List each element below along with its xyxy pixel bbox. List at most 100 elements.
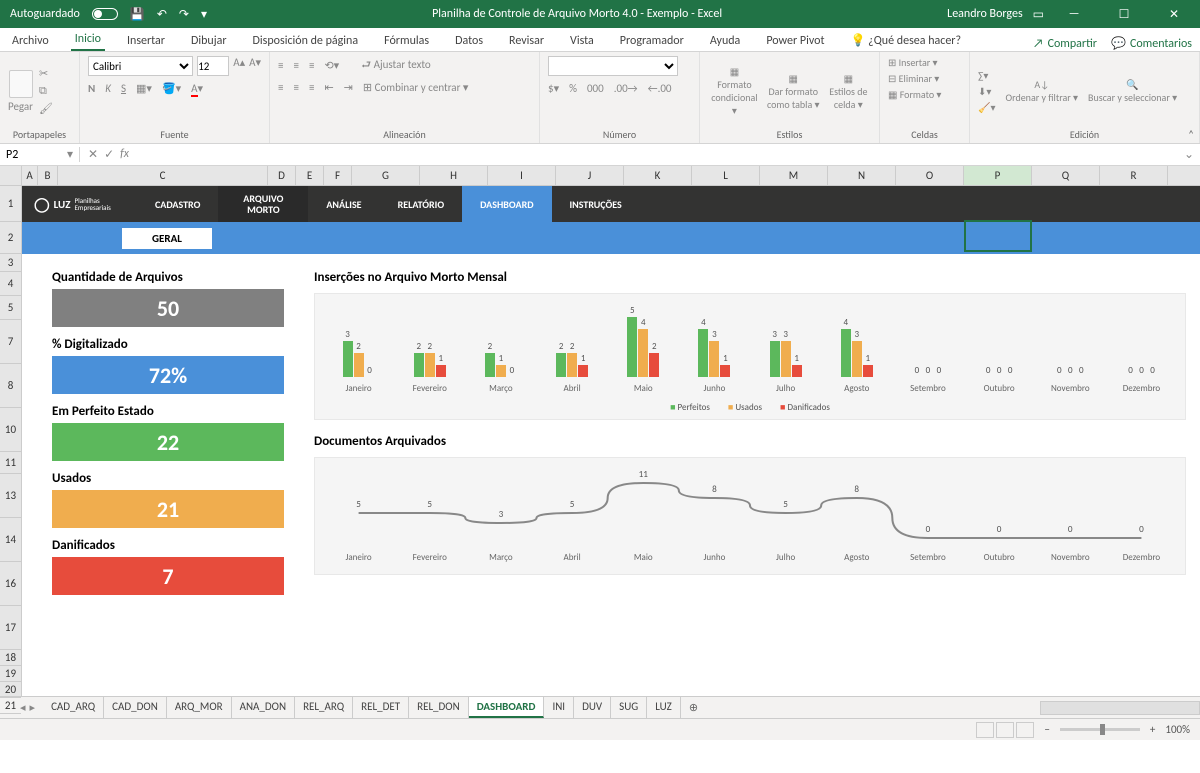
sheet-tab-luz[interactable]: LUZ [647, 697, 681, 718]
find-select-button[interactable]: 🔍Buscar y seleccionar ▾ [1088, 78, 1177, 104]
insert-cells-button[interactable]: ⊞ Insertar ▾ [888, 56, 961, 69]
col-O[interactable]: O [896, 166, 964, 185]
fill-color-icon[interactable]: 🪣▾ [162, 82, 181, 95]
tab-dibujar[interactable]: Dibujar [187, 30, 231, 51]
fx-icon[interactable]: fx [120, 147, 129, 162]
col-B[interactable]: B [38, 166, 58, 185]
sheet-tab-rel_don[interactable]: REL_DON [409, 697, 469, 718]
select-all[interactable] [0, 166, 22, 185]
thousands-icon[interactable]: 000 [587, 82, 604, 95]
italic-button[interactable]: K [105, 82, 111, 95]
tab-insertar[interactable]: Insertar [123, 30, 169, 51]
nav-instrucoes[interactable]: INSTRUÇÕES [552, 186, 640, 222]
sort-filter-button[interactable]: A↓Ordenar y filtrar ▾ [1005, 78, 1078, 104]
fill-icon[interactable]: ⬇▾ [978, 85, 995, 98]
row-17[interactable]: 17 [0, 606, 21, 650]
name-box[interactable]: P2▾ [0, 147, 80, 162]
col-G[interactable]: G [352, 166, 420, 185]
cell-styles-button[interactable]: ▦Estilos de celda ▾ [826, 72, 871, 111]
currency-icon[interactable]: $▾ [548, 82, 559, 95]
undo-icon[interactable]: ↶ [157, 7, 167, 22]
col-F[interactable]: F [324, 166, 352, 185]
tab-inicio[interactable]: Inicio [71, 28, 105, 51]
sheet-tab-ana_don[interactable]: ANA_DON [232, 697, 295, 718]
row-1[interactable]: 1 [0, 186, 21, 222]
row-11[interactable]: 11 [0, 452, 21, 474]
col-I[interactable]: I [488, 166, 556, 185]
align-middle-icon[interactable]: ≡ [293, 59, 298, 72]
page-break-view-icon[interactable] [1016, 722, 1034, 738]
percent-icon[interactable]: % [569, 82, 577, 95]
col-R[interactable]: R [1100, 166, 1168, 185]
format-as-table-button[interactable]: ▦Dar formato como tabla ▾ [767, 72, 820, 111]
row-14[interactable]: 14 [0, 518, 21, 562]
tab-formulas[interactable]: Fórmulas [380, 30, 433, 51]
increase-indent-icon[interactable]: ⇥ [344, 81, 353, 94]
align-center-icon[interactable]: ≡ [293, 81, 298, 94]
expand-formula-icon[interactable]: ⌄ [1178, 147, 1200, 162]
minimize-button[interactable]: — [1054, 0, 1094, 28]
row-4[interactable]: 4 [0, 272, 21, 296]
geral-tab[interactable]: GERAL [122, 228, 212, 249]
tab-ayuda[interactable]: Ayuda [706, 30, 745, 51]
nav-relatorio[interactable]: RELATÓRIO [380, 186, 463, 222]
hscroll-track[interactable] [1040, 701, 1200, 715]
cut-icon[interactable]: ✂ [39, 67, 53, 80]
format-painter-icon[interactable]: 🖌 [39, 102, 53, 115]
decrease-decimal-icon[interactable]: ←.00 [648, 82, 672, 95]
paste-button[interactable]: Pegar [8, 70, 33, 113]
delete-cells-button[interactable]: ⊟ Eliminar ▾ [888, 72, 961, 85]
redo-icon[interactable]: ↷ [179, 7, 189, 22]
merge-center-button[interactable]: ⊞ Combinar y centrar ▾ [363, 81, 469, 94]
row-5[interactable]: 5 [0, 296, 21, 320]
cancel-formula-icon[interactable]: ✕ [88, 147, 98, 162]
sheet-tab-sug[interactable]: SUG [611, 697, 647, 718]
tell-me-search[interactable]: 💡 ¿Qué desea hacer? [847, 29, 966, 51]
row-16[interactable]: 16 [0, 562, 21, 606]
col-J[interactable]: J [556, 166, 624, 185]
number-format-select[interactable] [548, 56, 678, 76]
format-cells-button[interactable]: ▦ Formato ▾ [888, 88, 961, 101]
sheet-tab-duv[interactable]: DUV [574, 697, 611, 718]
user-name[interactable]: Leandro Borges [947, 7, 1023, 21]
increase-decimal-icon[interactable]: .00→ [614, 82, 638, 95]
collapse-ribbon-icon[interactable]: ˄ [1188, 128, 1194, 141]
tab-disposicion[interactable]: Disposición de página [249, 30, 363, 51]
col-C[interactable]: C [58, 166, 268, 185]
ribbon-display-icon[interactable]: ▭ [1033, 7, 1044, 22]
sheet-tab-cad_arq[interactable]: CAD_ARQ [43, 697, 104, 718]
page-layout-view-icon[interactable] [996, 722, 1014, 738]
sheet-tab-cad_don[interactable]: CAD_DON [104, 697, 167, 718]
add-sheet-button[interactable]: ⊕ [681, 701, 706, 714]
tab-revisar[interactable]: Revisar [505, 30, 548, 51]
align-bottom-icon[interactable]: ≡ [309, 59, 314, 72]
selected-cell[interactable] [964, 220, 1032, 252]
nav-dashboard[interactable]: DASHBOARD [462, 186, 551, 222]
zoom-out-button[interactable]: − [1044, 723, 1049, 736]
sheet-tab-dashboard[interactable]: DASHBOARD [469, 697, 545, 718]
increase-font-icon[interactable]: A▴ [233, 56, 245, 76]
row-3[interactable]: 3 [0, 254, 21, 272]
orientation-icon[interactable]: ⟲▾ [324, 59, 339, 72]
col-L[interactable]: L [692, 166, 760, 185]
col-Q[interactable]: Q [1032, 166, 1100, 185]
conditional-format-button[interactable]: ▦Formato condicional ▾ [708, 65, 761, 117]
col-P[interactable]: P [964, 166, 1032, 185]
close-button[interactable]: ✕ [1154, 0, 1194, 28]
save-icon[interactable]: 💾 [130, 7, 145, 22]
chevron-down-icon[interactable]: ▾ [67, 147, 73, 162]
tab-datos[interactable]: Datos [451, 30, 487, 51]
normal-view-icon[interactable] [976, 722, 994, 738]
sheet-nav-first-icon[interactable]: ◂ [20, 701, 26, 714]
align-left-icon[interactable]: ≡ [278, 81, 283, 94]
sheet-content[interactable]: ◯ LUZ Planilhas Empresariais CADASTRO AR… [22, 186, 1200, 696]
share-button[interactable]: ↗ Compartir [1033, 36, 1097, 51]
tab-powerpivot[interactable]: Power Pivot [762, 30, 828, 51]
clear-icon[interactable]: 🧹▾ [978, 101, 995, 114]
sheet-tab-rel_det[interactable]: REL_DET [353, 697, 409, 718]
row-13[interactable]: 13 [0, 474, 21, 518]
row-18[interactable]: 18 [0, 650, 21, 666]
bold-button[interactable]: N [88, 82, 95, 95]
row-7[interactable]: 7 [0, 320, 21, 364]
col-K[interactable]: K [624, 166, 692, 185]
